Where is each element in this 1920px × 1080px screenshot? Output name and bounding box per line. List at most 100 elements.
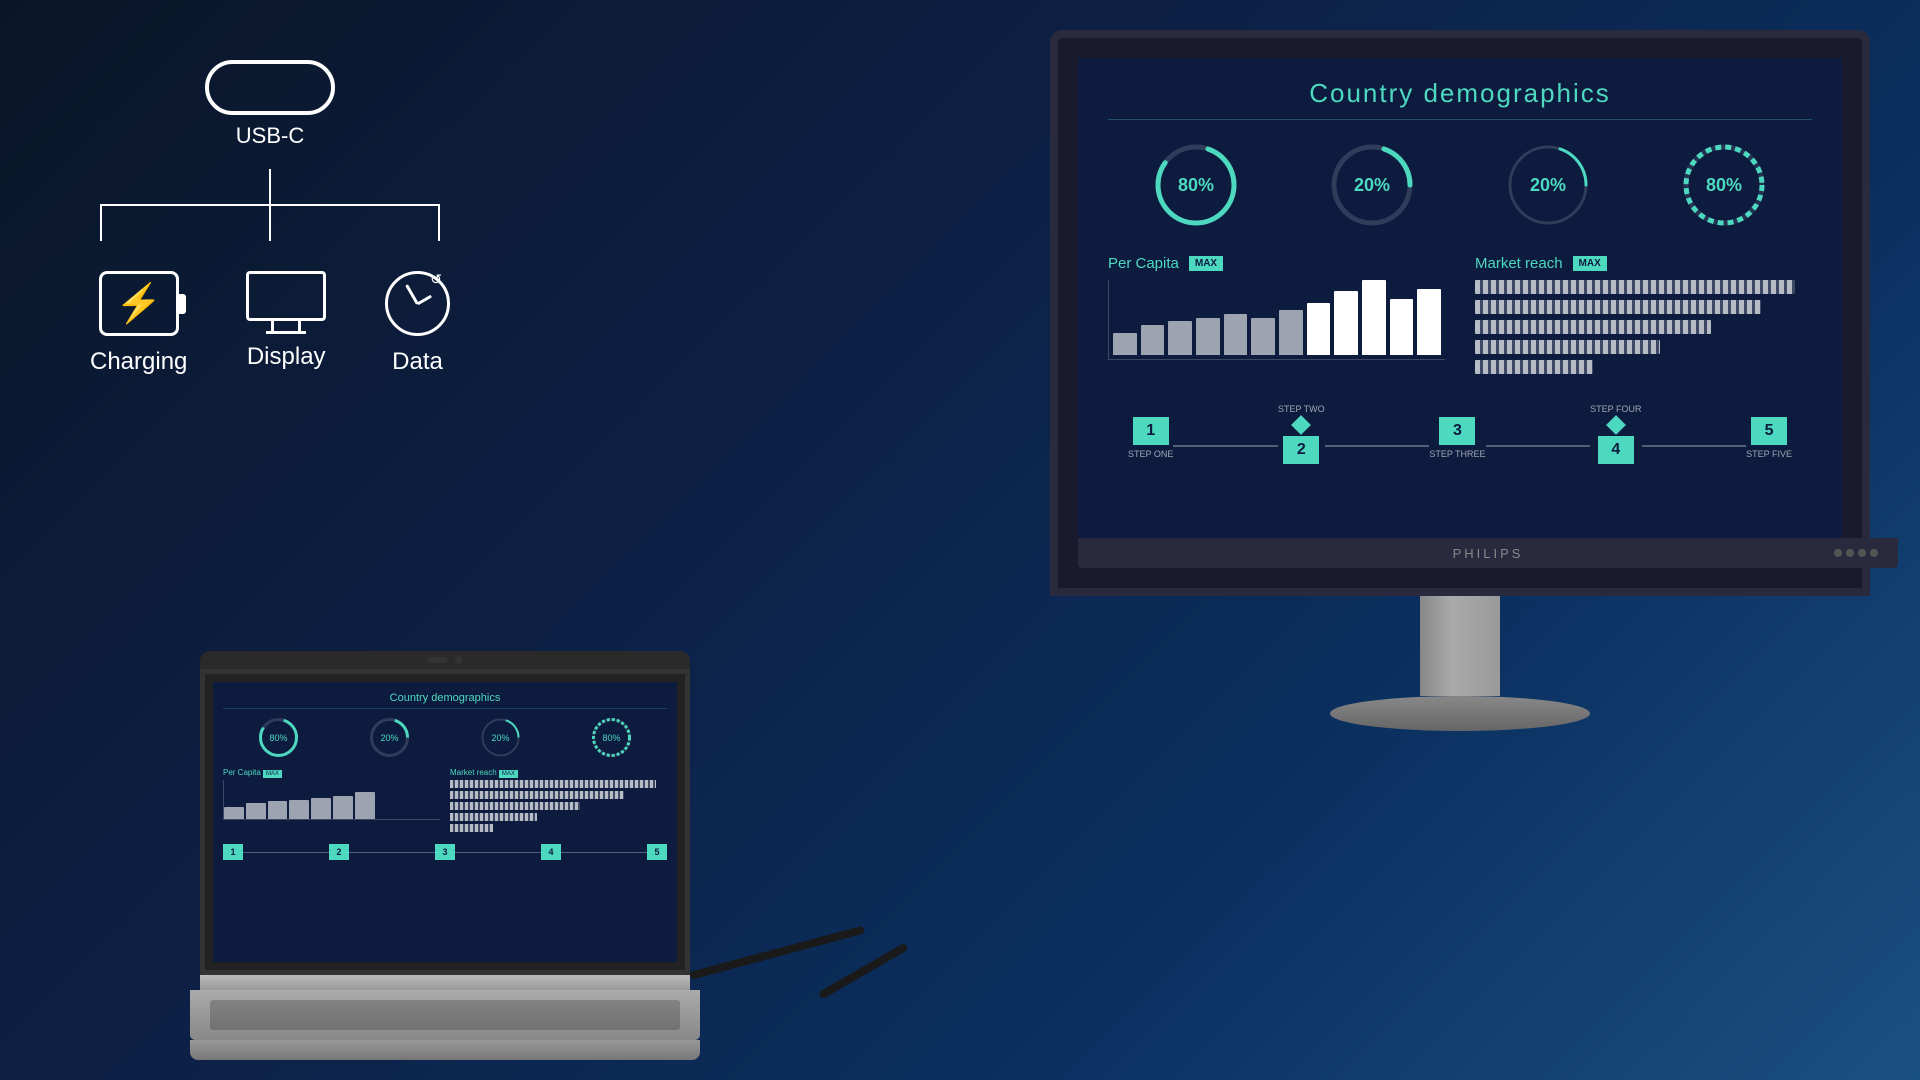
gauge-1: 80% (1151, 140, 1241, 230)
icons-row: ⚡ Charging Display ↺ Data (90, 271, 450, 376)
mini-step-2: 2 (329, 844, 349, 860)
laptop-camera-bar (200, 651, 690, 669)
market-reach-h-chart (1475, 280, 1812, 374)
step-2-diamond (1291, 415, 1311, 435)
mini-gauges-row: 80% 20% 20% (223, 715, 667, 760)
usbc-label: USB-C (236, 123, 304, 149)
tree-branch-center (269, 206, 271, 241)
mini-gauge-1: 80% (256, 715, 301, 760)
data-clock-icon: ↺ (385, 271, 450, 336)
bar-5 (1224, 314, 1248, 355)
refresh-arrow-icon: ↺ (430, 271, 442, 288)
per-capita-title-row: Per Capita MAX (1108, 255, 1445, 272)
market-reach-title-row: Market reach MAX (1475, 255, 1812, 272)
laptop-mic (427, 657, 447, 663)
per-capita-chart: Per Capita MAX (1108, 255, 1445, 374)
mini-connector-3 (455, 852, 541, 853)
step-5-box: 5 (1751, 417, 1787, 445)
h-bar-5 (1475, 360, 1593, 374)
ctrl-dot-4[interactable] (1870, 549, 1878, 557)
mini-bar-chart (223, 780, 440, 820)
laptop-bottom (190, 1040, 700, 1060)
charging-icon: ⚡ (99, 271, 179, 336)
mini-gauge-3: 20% (478, 715, 523, 760)
monitor-controls[interactable] (1834, 549, 1878, 557)
tree-branch-right (438, 206, 440, 241)
bar-8 (1307, 303, 1331, 356)
gauge-4-label: 80% (1706, 175, 1742, 196)
charging-label: Charging (90, 348, 187, 376)
mini-dashboard-title: Country demographics (223, 692, 667, 709)
mini-per-capita-title: Per Capita MAX (223, 768, 440, 777)
monitor-frame: Country demographics 80% (1050, 30, 1870, 596)
mini-market-reach: Market reach MAX (450, 768, 667, 832)
step-1-label-bottom: STEP ONE (1128, 449, 1173, 459)
display-item: Display (246, 271, 326, 376)
step-3-label-bottom: STEP THREE (1429, 449, 1485, 459)
h-bar-row-4 (1475, 340, 1812, 354)
tree-vline-right (438, 206, 440, 241)
data-label: Data (392, 348, 443, 376)
ctrl-dot-2[interactable] (1846, 549, 1854, 557)
step-2-item: STEP TWO 2 (1278, 404, 1325, 468)
gauge-2: 20% (1327, 140, 1417, 230)
step-connector-1 (1173, 445, 1278, 447)
tree-branches (100, 206, 440, 241)
mini-gauge-2: 20% (367, 715, 412, 760)
step-4-item: STEP FOUR 4 (1590, 404, 1641, 468)
gauge-3-label: 20% (1530, 175, 1566, 196)
display-base-shape (266, 331, 306, 334)
tree-line-top (269, 169, 271, 204)
display-screen-shape (246, 271, 326, 321)
step-4-diamond (1606, 415, 1626, 435)
dashboard-title: Country demographics (1108, 78, 1812, 120)
h-bar-4 (1475, 340, 1660, 354)
mini-gauge-2-label: 20% (380, 733, 398, 743)
per-capita-badge: MAX (1189, 256, 1223, 271)
monitor-base (1330, 696, 1590, 731)
data-item: ↺ Data (385, 271, 450, 376)
step-connector-4 (1642, 445, 1747, 447)
charging-bolt-symbol: ⚡ (115, 285, 162, 323)
bar-3 (1168, 321, 1192, 355)
step-connector-3 (1486, 445, 1591, 447)
mini-market-reach-title: Market reach MAX (450, 768, 667, 777)
mini-step-4: 4 (541, 844, 561, 860)
ctrl-dot-3[interactable] (1858, 549, 1866, 557)
mini-per-capita: Per Capita MAX (223, 768, 440, 832)
mini-step-5: 5 (647, 844, 667, 860)
gauge-4: 80% (1679, 140, 1769, 230)
bar-10 (1362, 280, 1386, 355)
laptop-camera (455, 656, 463, 664)
display-label: Display (247, 343, 326, 371)
mini-gauge-4: 80% (589, 715, 634, 760)
step-connector-2 (1325, 445, 1430, 447)
monitor-bezel-bottom: PHILIPS (1078, 538, 1898, 568)
laptop-screen-frame: Country demographics 80% 20% (200, 669, 690, 975)
gauge-2-label: 20% (1354, 175, 1390, 196)
mini-connector-1 (243, 852, 329, 853)
usbc-connector-icon (205, 60, 335, 115)
h-bar-2 (1475, 300, 1761, 314)
monitor-screen: Country demographics 80% (1078, 58, 1842, 538)
h-bar-row-3 (1475, 320, 1812, 334)
charts-row: Per Capita MAX (1108, 255, 1812, 374)
keyboard-visual (210, 1000, 680, 1030)
gauge-1-label: 80% (1178, 175, 1214, 196)
usb-diagram-section: USB-C ⚡ Charging (60, 60, 480, 376)
ctrl-dot-1[interactable] (1834, 549, 1842, 557)
step-5-label-bottom: STEP FIVE (1746, 449, 1792, 459)
mini-step-1: 1 (223, 844, 243, 860)
mini-steps: 1 2 3 4 5 (223, 840, 667, 864)
charging-item: ⚡ Charging (90, 271, 187, 376)
laptop-section: Country demographics 80% 20% (200, 651, 690, 1060)
h-bar-3 (1475, 320, 1711, 334)
h-bar-row-1 (1475, 280, 1812, 294)
mini-gauge-4-label: 80% (602, 733, 620, 743)
bar-4 (1196, 318, 1220, 356)
step-3-item: 3 STEP THREE (1429, 413, 1485, 459)
step-2-box: 2 (1283, 436, 1319, 464)
usb-cable-2 (818, 943, 909, 1000)
mini-h-chart (450, 780, 667, 832)
philips-brand: PHILIPS (1453, 546, 1524, 561)
